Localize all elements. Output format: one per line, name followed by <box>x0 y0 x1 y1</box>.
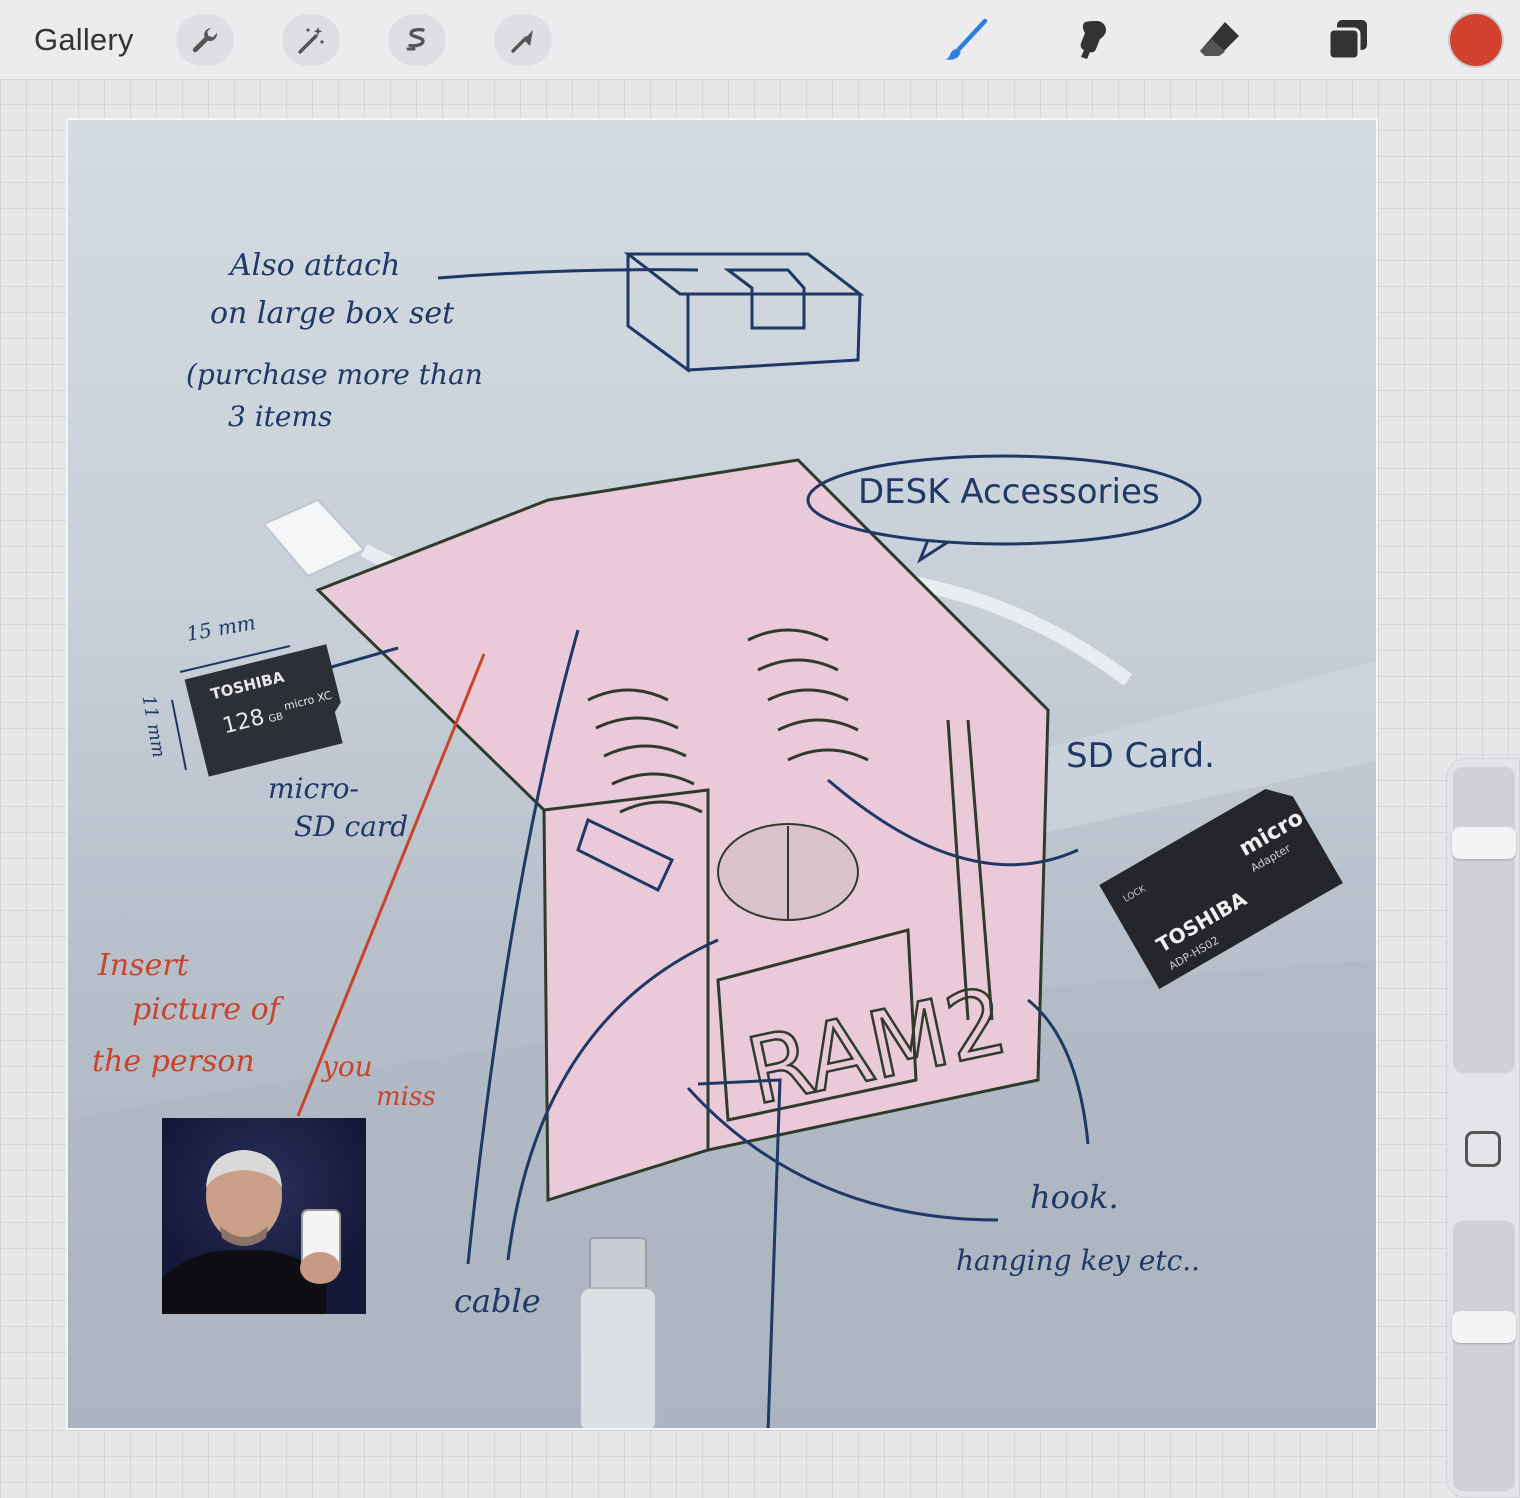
magic-wand-icon <box>298 27 324 54</box>
usb-c-plug <box>579 1237 657 1428</box>
brush-sidebar <box>1446 758 1520 1498</box>
drawing-canvas[interactable]: RAM2 TOSHIBA 128 GB micro XC TOSHIBA ADP… <box>66 118 1378 1430</box>
red-note-1: Insert <box>98 948 189 983</box>
brush-size-slider[interactable] <box>1453 767 1515 1073</box>
hook-sub-label: hanging key etc.. <box>956 1244 1201 1277</box>
brush-opacity-thumb[interactable] <box>1452 1311 1516 1344</box>
note-box-line4: 3 items <box>228 400 333 433</box>
color-picker-swatch[interactable] <box>1450 14 1502 66</box>
wrench-icon <box>192 27 218 53</box>
adjustments-wand-button[interactable] <box>282 14 340 66</box>
micro-label-2: SD card <box>294 810 409 843</box>
note-box-line3: (purchase more than <box>186 358 483 391</box>
top-toolbar: Gallery <box>0 0 1520 80</box>
inserted-person-photo <box>162 1118 366 1314</box>
brush-icon <box>945 18 988 60</box>
brush-size-thumb[interactable] <box>1452 827 1516 860</box>
smudge-icon <box>1080 21 1106 59</box>
note-box-line1: Also attach <box>230 248 401 283</box>
layers-icon <box>1327 20 1367 61</box>
eraser-icon <box>1200 22 1239 56</box>
micro-label-1: micro- <box>268 772 359 805</box>
layers-button[interactable] <box>1320 12 1376 68</box>
note-box-line2: on large box set <box>210 296 455 331</box>
gallery-button[interactable]: Gallery <box>34 22 134 58</box>
red-note-5: miss <box>376 1082 436 1112</box>
red-note-2: picture of <box>132 992 280 1027</box>
box-sketch <box>437 252 865 373</box>
bubble-label: DESK Accessories <box>858 472 1160 512</box>
smudge-button[interactable] <box>1064 12 1120 68</box>
selection-button[interactable] <box>388 14 446 66</box>
selection-icon <box>406 27 425 51</box>
brush-opacity-slider[interactable] <box>1453 1221 1515 1491</box>
cable-label: cable <box>454 1282 541 1320</box>
eraser-button[interactable] <box>1192 12 1248 68</box>
transform-button[interactable] <box>494 14 552 66</box>
transform-arrow-icon <box>511 30 533 53</box>
red-note-3: the person <box>92 1044 255 1079</box>
actions-wrench-button[interactable] <box>176 14 234 66</box>
modify-button[interactable] <box>1465 1131 1501 1167</box>
red-note-4: you <box>322 1050 373 1083</box>
sd-card-label: SD Card. <box>1066 736 1215 776</box>
hook-label: hook. <box>1030 1178 1119 1216</box>
paint-brush-button[interactable] <box>938 12 994 68</box>
